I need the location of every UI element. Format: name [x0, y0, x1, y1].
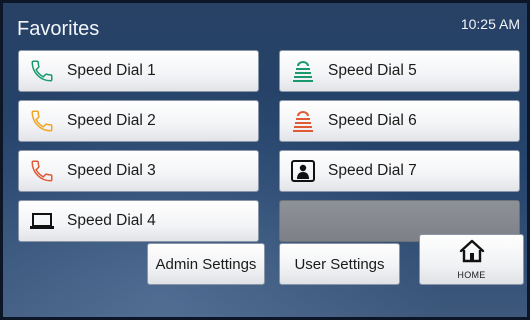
home-label: HOME [457, 270, 486, 280]
phone-icon [29, 58, 55, 84]
speed-dial-label: Speed Dial 1 [67, 62, 156, 79]
speaker-icon [290, 108, 316, 134]
speed-dial-label: Speed Dial 4 [67, 212, 156, 229]
phone-icon [29, 108, 55, 134]
speaker-icon [290, 58, 316, 84]
phone-icon [29, 158, 55, 184]
speed-dial-2-button[interactable]: Speed Dial 2 [18, 100, 259, 142]
speed-dial-label: Speed Dial 7 [328, 162, 417, 179]
home-button[interactable]: HOME [419, 234, 524, 285]
speed-dial-3-button[interactable]: Speed Dial 3 [18, 150, 259, 192]
speed-dial-7-button[interactable]: Speed Dial 7 [279, 150, 520, 192]
speed-dial-label: Speed Dial 3 [67, 162, 156, 179]
home-icon [459, 239, 485, 268]
speed-dial-label: Speed Dial 6 [328, 112, 417, 129]
speed-dial-6-button[interactable]: Speed Dial 6 [279, 100, 520, 142]
clock: 10:25 AM [460, 16, 520, 32]
speed-dial-label: Speed Dial 5 [328, 62, 417, 79]
speed-dial-5-button[interactable]: Speed Dial 5 [279, 50, 520, 92]
user-settings-button[interactable]: User Settings [279, 243, 400, 285]
page-title: Favorites [17, 18, 100, 40]
favorites-screen: Favorites 10:25 AM Speed Dial 1 Speed Di… [0, 0, 530, 320]
admin-settings-button[interactable]: Admin Settings [147, 243, 265, 285]
contact-icon [290, 158, 316, 184]
speed-dial-4-button[interactable]: Speed Dial 4 [18, 200, 259, 242]
speed-dial-label: Speed Dial 2 [67, 112, 156, 129]
speed-dial-1-button[interactable]: Speed Dial 1 [18, 50, 259, 92]
laptop-icon [29, 208, 55, 234]
